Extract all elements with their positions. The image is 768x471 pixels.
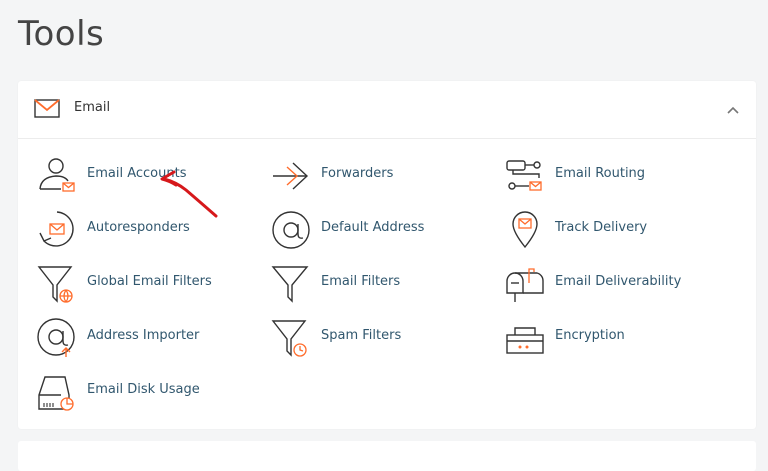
filter-globe-icon — [35, 261, 79, 305]
tool-label: Email Deliverability — [555, 274, 682, 289]
tool-label: Global Email Filters — [87, 274, 212, 289]
mailbox-icon — [503, 261, 547, 305]
section-title: Email — [74, 100, 111, 115]
tool-label: Email Routing — [555, 166, 646, 181]
forward-arrow-icon — [269, 153, 313, 197]
filter-clock-icon — [269, 315, 313, 359]
tool-label: Email Filters — [321, 274, 401, 289]
location-pin-envelope-icon — [503, 207, 547, 251]
tool-label: Autoresponders — [87, 220, 190, 235]
filter-icon — [269, 261, 313, 305]
tool-label: Forwarders — [321, 166, 394, 181]
tool-label: Spam Filters — [321, 328, 402, 343]
disk-usage-icon — [35, 369, 79, 413]
at-sign-icon — [269, 207, 313, 251]
next-section-panel — [18, 441, 756, 471]
envelope-icon — [34, 99, 60, 123]
routing-icon — [503, 153, 547, 197]
email-section-header[interactable]: Email — [18, 81, 756, 139]
page-title: Tools — [18, 14, 105, 54]
tool-label: Email Disk Usage — [87, 382, 200, 397]
email-tools-panel: Email Email Accounts Forwarders Email Ro… — [18, 81, 756, 429]
autoresponder-icon — [35, 207, 79, 251]
red-arrow-annotation — [160, 170, 218, 218]
chevron-up-icon[interactable] — [724, 101, 742, 119]
encryption-box-icon — [503, 315, 547, 359]
user-envelope-icon — [35, 153, 79, 197]
tool-label: Default Address — [321, 220, 425, 235]
tool-label: Address Importer — [87, 328, 200, 343]
tool-label: Encryption — [555, 328, 625, 343]
tool-label: Track Delivery — [555, 220, 648, 235]
at-import-icon — [35, 315, 79, 359]
